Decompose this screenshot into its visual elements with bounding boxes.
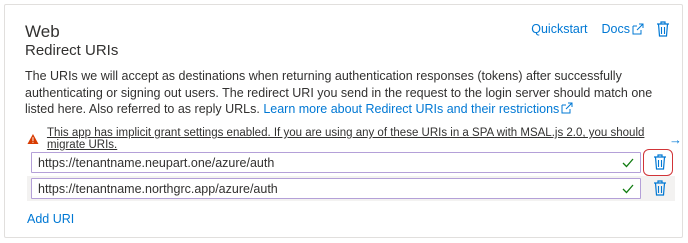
learn-more-link[interactable]: Learn more about Redirect URIs and their… — [263, 102, 573, 116]
redirect-uri-field — [31, 178, 641, 199]
quickstart-link[interactable]: Quickstart — [531, 22, 587, 36]
add-uri-link[interactable]: Add URI — [27, 212, 74, 226]
learn-more-label: Learn more about Redirect URIs and their… — [263, 102, 560, 116]
external-link-icon — [561, 102, 573, 114]
docs-link[interactable]: Docs — [602, 22, 644, 36]
web-platform-card: Web Redirect URIs Quickstart Docs The UR… — [4, 4, 683, 238]
docs-link-label: Docs — [601, 22, 630, 36]
description: The URIs we will accept as destinations … — [25, 68, 673, 118]
external-link-icon — [632, 23, 644, 35]
implicit-grant-warning: This app has implicit grant settings ena… — [27, 127, 682, 151]
header-actions: Quickstart Docs — [531, 21, 670, 37]
uri-row — [27, 176, 675, 201]
section-title: Web — [25, 22, 60, 41]
checkmark-icon — [622, 184, 634, 193]
warning-text[interactable]: This app has implicit grant settings ena… — [47, 127, 663, 151]
trash-icon[interactable] — [656, 21, 670, 37]
trash-icon[interactable] — [653, 180, 667, 196]
redirect-uri-input[interactable] — [32, 179, 622, 198]
uri-row — [27, 149, 675, 176]
section-subtitle: Redirect URIs — [25, 42, 119, 59]
redirect-uri-input[interactable] — [32, 153, 622, 172]
warning-icon — [27, 133, 39, 145]
arrow-right-icon[interactable]: → — [669, 132, 682, 147]
checkmark-icon — [622, 158, 634, 167]
trash-icon[interactable] — [653, 154, 667, 170]
redirect-uri-field — [31, 152, 641, 173]
